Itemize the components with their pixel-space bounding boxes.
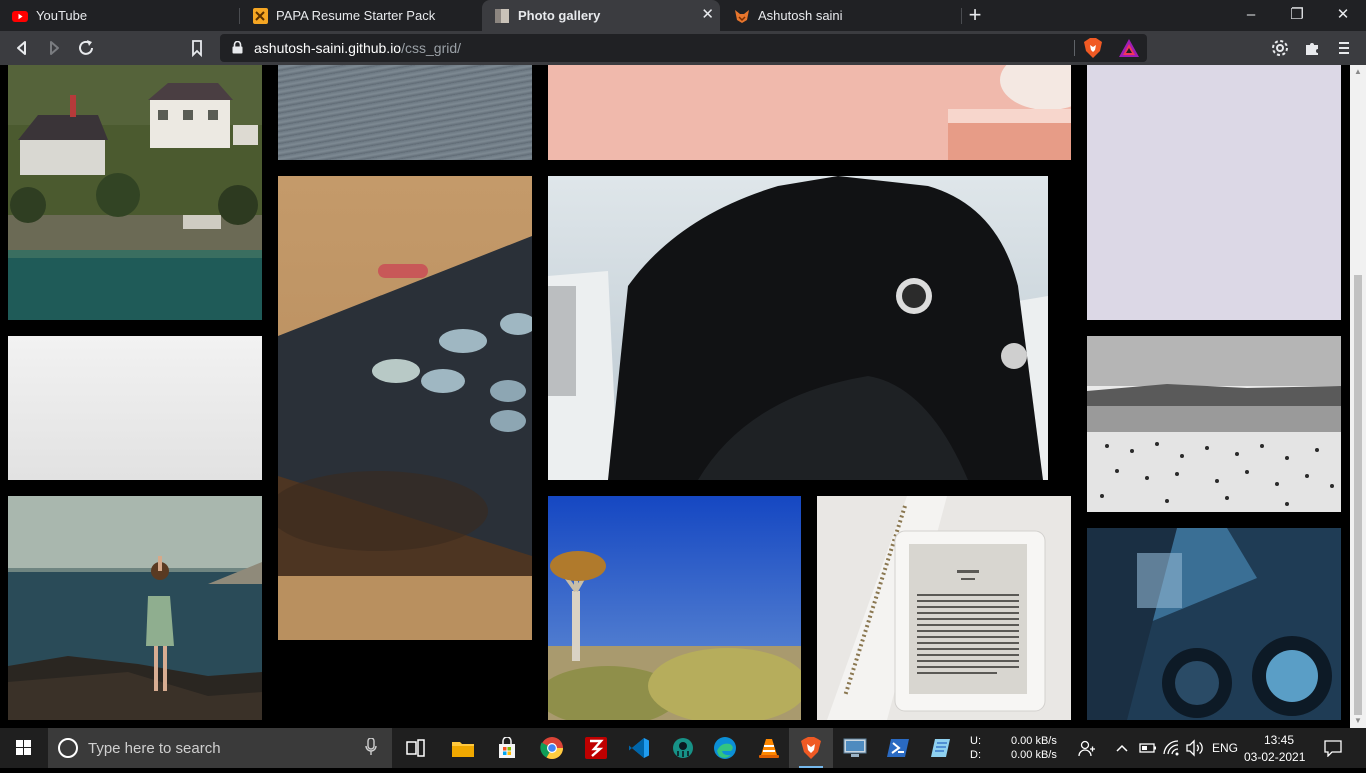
wifi-icon[interactable] [1162,739,1180,760]
minimize-button[interactable]: – [1228,0,1274,31]
back-icon[interactable] [10,36,34,60]
taskbar-search-box[interactable]: Type here to search [48,728,392,768]
lakeside-houses-photo [8,65,262,320]
language-indicator[interactable]: ENG [1212,741,1238,755]
resume-icon [252,7,268,24]
network-down-label: D: [970,749,981,761]
file-explorer-icon[interactable] [441,728,485,768]
wetsuit-surfer-photo [548,176,1071,480]
search-placeholder: Type here to search [88,740,221,757]
remote-desktop-icon[interactable] [833,728,877,768]
url-path: /css_grid/ [401,40,462,56]
tab-title: YouTube [36,8,88,23]
tab-ashutosh-saini[interactable]: Ashutosh saini [722,0,962,31]
new-tab-button[interactable]: + [962,3,988,29]
brave-shield-icon[interactable] [1084,38,1102,63]
page-scrollbar[interactable]: ▲ ▼ [1350,65,1366,728]
remote-control-photo [278,176,532,640]
gear-icon[interactable] [1268,36,1292,60]
fox-icon [734,8,750,24]
ereader-notebook-photo [817,496,1071,720]
people-icon[interactable] [1078,739,1096,760]
cortana-icon [58,738,78,758]
chrome-icon[interactable] [530,728,574,768]
close-tab-icon[interactable]: ✕ [701,7,714,23]
tab-title: Photo gallery [518,8,601,23]
forward-icon[interactable] [42,36,66,60]
vlc-icon[interactable] [747,728,791,768]
scroll-thumb[interactable] [1354,275,1362,715]
white-plain-photo [8,336,262,480]
beach-crowd-photo [1087,336,1341,512]
tab-youtube[interactable]: YouTube [0,0,240,31]
chevron-up-icon[interactable] [1115,739,1129,760]
windows-taskbar: Type here to search U: D: 0.00 kB/s 0.00… [0,728,1366,768]
download-speed: 0.00 kB/s [1011,749,1057,761]
brave-rewards-icon[interactable] [1119,39,1139,62]
bookmark-icon[interactable] [185,36,209,60]
tab-photo-gallery[interactable]: Photo gallery ✕ [482,0,720,31]
tab-resume-starter-pack[interactable]: PAPA Resume Starter Pack [240,0,480,31]
microphone-icon[interactable] [365,737,377,760]
quiver-tree-photo [548,496,801,720]
woman-on-rocks-photo [8,496,262,720]
tab-strip: YouTube PAPA Resume Starter Pack Photo g… [0,0,1366,31]
pink-wall-photo [548,65,1071,160]
tab-title: PAPA Resume Starter Pack [276,8,436,23]
youtube-icon [12,8,28,24]
reload-icon[interactable] [74,36,98,60]
car-dashboard-photo [1087,528,1341,720]
clock-time[interactable]: 13:45 [1264,733,1294,747]
clock-date[interactable]: 03-02-2021 [1244,750,1305,764]
scroll-down-arrow-icon[interactable]: ▼ [1350,714,1366,728]
microsoft-store-icon[interactable] [485,728,529,768]
notifications-icon[interactable] [1324,739,1342,760]
volume-icon[interactable] [1185,739,1205,760]
windows-logo-icon [16,740,31,755]
battery-icon[interactable] [1139,739,1157,760]
lock-icon[interactable] [232,40,243,54]
notepad-icon[interactable] [919,728,963,768]
task-view-icon[interactable] [394,728,438,768]
scroll-up-arrow-icon[interactable]: ▲ [1350,65,1366,79]
powershell-icon[interactable] [876,728,920,768]
photo-icon [494,8,510,24]
url-host: ashutosh-saini.github.io [254,40,402,56]
gitkraken-icon[interactable] [661,728,705,768]
close-window-button[interactable]: ✕ [1320,0,1366,31]
browser-toolbar: ashutosh-saini.github.io/css_grid/ [0,31,1366,65]
upload-speed: 0.00 kB/s [1011,735,1057,747]
ocean-water-photo [278,65,532,160]
network-up-label: U: [970,735,981,747]
tab-title: Ashutosh saini [758,8,843,23]
url-text: ashutosh-saini.github.io/css_grid/ [254,40,461,56]
menu-icon[interactable] [1332,36,1356,60]
start-button[interactable] [0,728,48,768]
photo-gallery-grid [0,65,1366,728]
filezilla-icon[interactable] [574,728,618,768]
lavender-plain-photo [1087,65,1341,320]
brave-icon[interactable] [789,728,833,768]
address-bar[interactable]: ashutosh-saini.github.io/css_grid/ [220,34,1147,62]
edge-icon[interactable] [703,728,747,768]
restore-button[interactable]: ❐ [1274,0,1320,31]
extensions-icon[interactable] [1300,36,1324,60]
divider [1074,40,1075,56]
vscode-icon[interactable] [617,728,661,768]
